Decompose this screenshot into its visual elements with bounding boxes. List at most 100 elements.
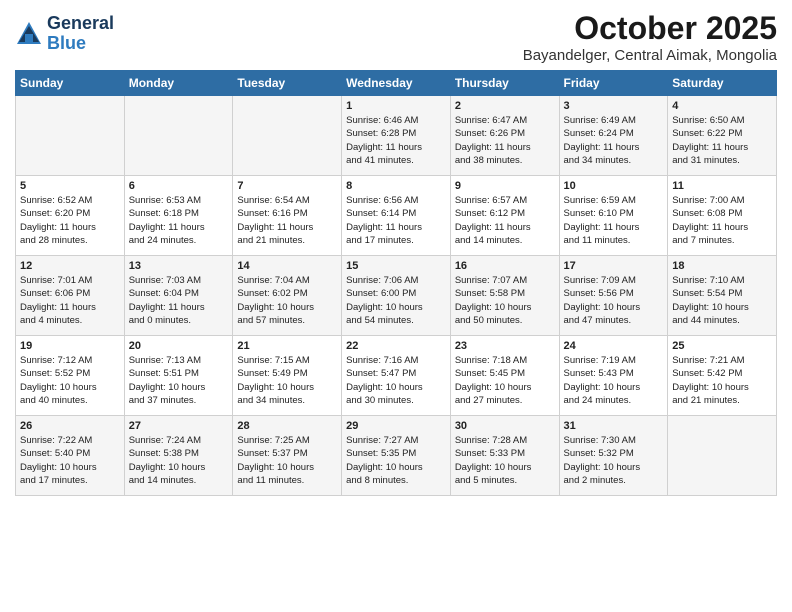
day-info: Sunrise: 7:12 AM Sunset: 5:52 PM Dayligh… [20,354,120,407]
calendar-cell: 27Sunrise: 7:24 AM Sunset: 5:38 PM Dayli… [124,416,233,496]
day-info: Sunrise: 7:07 AM Sunset: 5:58 PM Dayligh… [455,274,555,327]
day-number: 8 [346,180,446,192]
day-number: 29 [346,420,446,432]
calendar-cell [668,416,777,496]
day-number: 20 [129,340,229,352]
day-number: 9 [455,180,555,192]
day-number: 14 [237,260,337,272]
title-block: October 2025 Bayandelger, Central Aimak,… [523,10,777,64]
day-number: 30 [455,420,555,432]
day-number: 3 [564,100,664,112]
day-number: 6 [129,180,229,192]
logo-text: General Blue [47,14,114,54]
day-number: 18 [672,260,772,272]
calendar-cell: 15Sunrise: 7:06 AM Sunset: 6:00 PM Dayli… [342,256,451,336]
day-info: Sunrise: 7:00 AM Sunset: 6:08 PM Dayligh… [672,194,772,247]
calendar-cell: 23 Sunrise: 7:18 AM Sunset: 5:45 PM Dayli… [450,336,559,416]
day-info: Sunrise: 7:25 AM Sunset: 5:37 PM Dayligh… [237,434,337,487]
calendar-cell: 1 Sunrise: 6:46 AM Sunset: 6:28 PM Daylig… [342,96,451,176]
calendar-cell: 3Sunrise: 6:49 AM Sunset: 6:24 PM Daylig… [559,96,668,176]
day-info: Sunrise: 7:01 AM Sunset: 6:06 PM Dayligh… [20,274,120,327]
day-info: Sunrise: 7:15 AM Sunset: 5:49 PM Dayligh… [237,354,337,407]
logo-blue: Blue [47,34,114,54]
calendar-cell: 10Sunrise: 6:59 AM Sunset: 6:10 PM Dayli… [559,176,668,256]
logo: General Blue [15,14,114,54]
calendar-cell: 20 Sunrise: 7:13 AM Sunset: 5:51 PM Dayli… [124,336,233,416]
day-number: 15 [346,260,446,272]
calendar-cell: 22Sunrise: 7:16 AM Sunset: 5:47 PM Dayli… [342,336,451,416]
calendar-cell: 19 Sunrise: 7:12 AM Sunset: 5:52 PM Dayli… [16,336,125,416]
day-info: Sunrise: 6:59 AM Sunset: 6:10 PM Dayligh… [564,194,664,247]
calendar-cell: 21Sunrise: 7:15 AM Sunset: 5:49 PM Dayli… [233,336,342,416]
calendar-cell: 9 Sunrise: 6:57 AM Sunset: 6:12 PM Daylig… [450,176,559,256]
calendar-cell: 25 Sunrise: 7:21 AM Sunset: 5:42 PM Dayli… [668,336,777,416]
day-number: 13 [129,260,229,272]
day-info: Sunrise: 6:46 AM Sunset: 6:28 PM Dayligh… [346,114,446,167]
calendar-body: 1 Sunrise: 6:46 AM Sunset: 6:28 PM Daylig… [16,96,777,496]
day-info: Sunrise: 6:56 AM Sunset: 6:14 PM Dayligh… [346,194,446,247]
calendar-cell: 4Sunrise: 6:50 AM Sunset: 6:22 PM Daylig… [668,96,777,176]
page-container: General Blue October 2025 Bayandelger, C… [0,0,792,501]
day-info: Sunrise: 7:19 AM Sunset: 5:43 PM Dayligh… [564,354,664,407]
day-info: Sunrise: 7:13 AM Sunset: 5:51 PM Dayligh… [129,354,229,407]
calendar-cell: 16Sunrise: 7:07 AM Sunset: 5:58 PM Dayli… [450,256,559,336]
day-info: Sunrise: 7:04 AM Sunset: 6:02 PM Dayligh… [237,274,337,327]
calendar-cell: 12Sunrise: 7:01 AM Sunset: 6:06 PM Dayli… [16,256,125,336]
calendar-header: Sunday Monday Tuesday Wednesday Thursday… [16,71,777,96]
day-info: Sunrise: 7:16 AM Sunset: 5:47 PM Dayligh… [346,354,446,407]
calendar-week-5: 26 Sunrise: 7:22 AM Sunset: 5:40 PM Dayli… [16,416,777,496]
calendar-cell: 5 Sunrise: 6:52 AM Sunset: 6:20 PM Daylig… [16,176,125,256]
calendar-cell: 18 Sunrise: 7:10 AM Sunset: 5:54 PM Dayli… [668,256,777,336]
page-header: General Blue October 2025 Bayandelger, C… [15,10,777,64]
day-info: Sunrise: 7:21 AM Sunset: 5:42 PM Dayligh… [672,354,772,407]
calendar-week-2: 5 Sunrise: 6:52 AM Sunset: 6:20 PM Daylig… [16,176,777,256]
day-info: Sunrise: 7:09 AM Sunset: 5:56 PM Dayligh… [564,274,664,327]
calendar-cell: 7 Sunrise: 6:54 AM Sunset: 6:16 PM Daylig… [233,176,342,256]
calendar-cell [233,96,342,176]
calendar-week-3: 12Sunrise: 7:01 AM Sunset: 6:06 PM Dayli… [16,256,777,336]
header-row: Sunday Monday Tuesday Wednesday Thursday… [16,71,777,96]
calendar-cell: 14 Sunrise: 7:04 AM Sunset: 6:02 PM Dayli… [233,256,342,336]
day-number: 4 [672,100,772,112]
day-info: Sunrise: 6:54 AM Sunset: 6:16 PM Dayligh… [237,194,337,247]
day-info: Sunrise: 7:30 AM Sunset: 5:32 PM Dayligh… [564,434,664,487]
calendar-cell [16,96,125,176]
day-number: 11 [672,180,772,192]
day-number: 5 [20,180,120,192]
day-info: Sunrise: 7:22 AM Sunset: 5:40 PM Dayligh… [20,434,120,487]
day-info: Sunrise: 6:57 AM Sunset: 6:12 PM Dayligh… [455,194,555,247]
day-info: Sunrise: 7:10 AM Sunset: 5:54 PM Dayligh… [672,274,772,327]
day-info: Sunrise: 6:53 AM Sunset: 6:18 PM Dayligh… [129,194,229,247]
col-saturday: Saturday [668,71,777,96]
calendar-cell: 13Sunrise: 7:03 AM Sunset: 6:04 PM Dayli… [124,256,233,336]
day-number: 24 [564,340,664,352]
day-number: 2 [455,100,555,112]
col-wednesday: Wednesday [342,71,451,96]
day-info: Sunrise: 7:27 AM Sunset: 5:35 PM Dayligh… [346,434,446,487]
day-number: 25 [672,340,772,352]
calendar-cell: 2 Sunrise: 6:47 AM Sunset: 6:26 PM Daylig… [450,96,559,176]
day-number: 23 [455,340,555,352]
day-info: Sunrise: 7:18 AM Sunset: 5:45 PM Dayligh… [455,354,555,407]
day-info: Sunrise: 6:47 AM Sunset: 6:26 PM Dayligh… [455,114,555,167]
day-number: 7 [237,180,337,192]
logo-icon [15,20,43,48]
col-monday: Monday [124,71,233,96]
logo-general: General [47,14,114,34]
day-number: 31 [564,420,664,432]
day-number: 28 [237,420,337,432]
col-friday: Friday [559,71,668,96]
day-number: 26 [20,420,120,432]
day-number: 19 [20,340,120,352]
calendar-cell: 30Sunrise: 7:28 AM Sunset: 5:33 PM Dayli… [450,416,559,496]
day-info: Sunrise: 6:52 AM Sunset: 6:20 PM Dayligh… [20,194,120,247]
calendar-cell: 29 Sunrise: 7:27 AM Sunset: 5:35 PM Dayli… [342,416,451,496]
calendar-cell: 28 Sunrise: 7:25 AM Sunset: 5:37 PM Dayli… [233,416,342,496]
col-sunday: Sunday [16,71,125,96]
calendar-cell: 24 Sunrise: 7:19 AM Sunset: 5:43 PM Dayli… [559,336,668,416]
calendar-cell: 31 Sunrise: 7:30 AM Sunset: 5:32 PM Dayli… [559,416,668,496]
calendar-cell: 11 Sunrise: 7:00 AM Sunset: 6:08 PM Dayli… [668,176,777,256]
calendar-cell: 17Sunrise: 7:09 AM Sunset: 5:56 PM Dayli… [559,256,668,336]
day-number: 1 [346,100,446,112]
col-thursday: Thursday [450,71,559,96]
